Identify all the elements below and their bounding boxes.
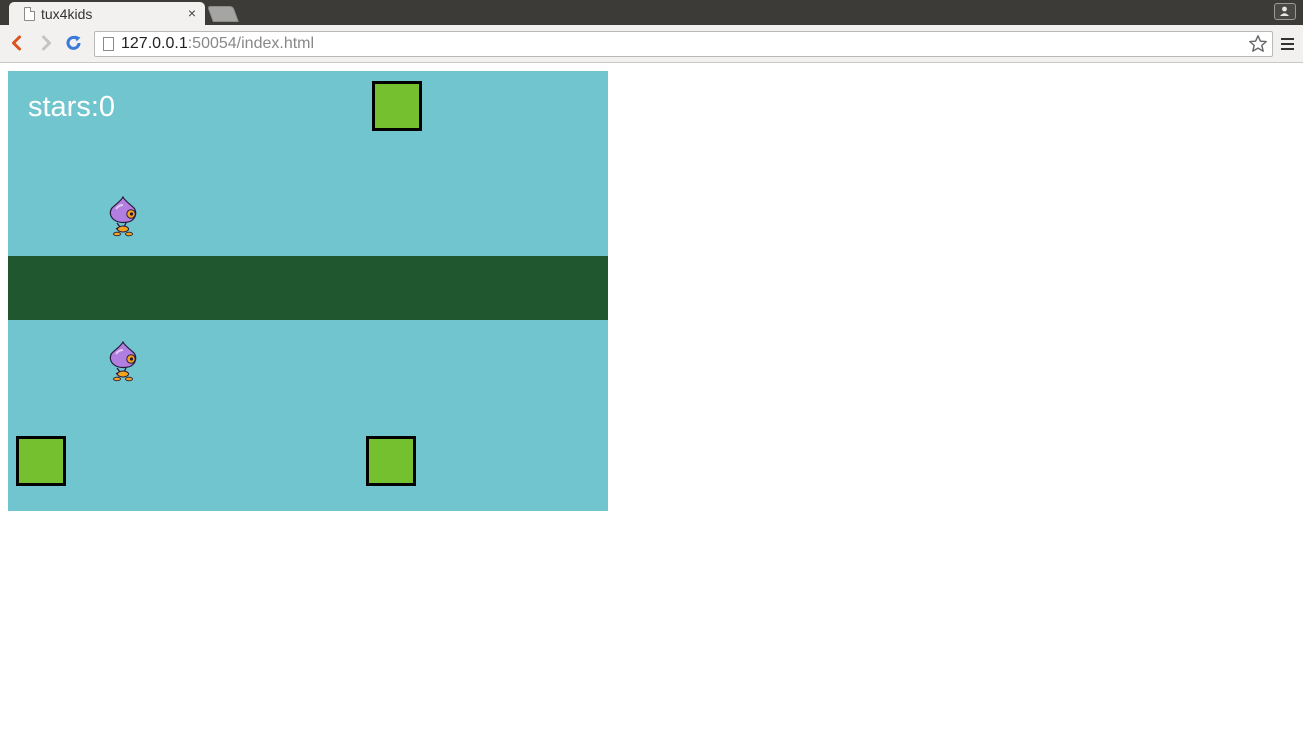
reload-icon[interactable] [65,34,83,52]
forward-arrow-icon[interactable] [37,34,55,52]
green-block [16,436,66,486]
menu-icon[interactable] [1281,38,1294,50]
player-character-icon [109,341,137,382]
browser-tab[interactable]: tux4kids × [9,2,205,25]
game-canvas[interactable]: stars:0 [8,71,608,511]
browser-toolbar: 127.0.0.1:50054/index.html [0,25,1303,63]
tab-close-button[interactable]: × [188,5,196,21]
address-bar[interactable]: 127.0.0.1:50054/index.html [94,31,1273,57]
person-icon [1280,6,1289,16]
tab-strip: tux4kids × [0,0,1303,25]
player-character-icon [109,196,137,237]
back-arrow-icon[interactable] [8,34,26,52]
new-tab-button[interactable] [207,6,239,22]
ground-platform [8,256,608,320]
stars-counter: stars:0 [28,91,116,123]
page-icon [103,37,114,51]
url-path: :50054/index.html [187,35,315,52]
tab-title: tux4kids [41,6,93,22]
green-block [372,81,422,131]
profile-button[interactable] [1274,3,1296,20]
page-icon [24,7,35,21]
url-host: 127.0.0.1 [121,35,188,52]
url-text[interactable]: 127.0.0.1:50054/index.html [121,35,314,53]
bookmark-star-icon[interactable] [1248,34,1268,54]
green-block [366,436,416,486]
